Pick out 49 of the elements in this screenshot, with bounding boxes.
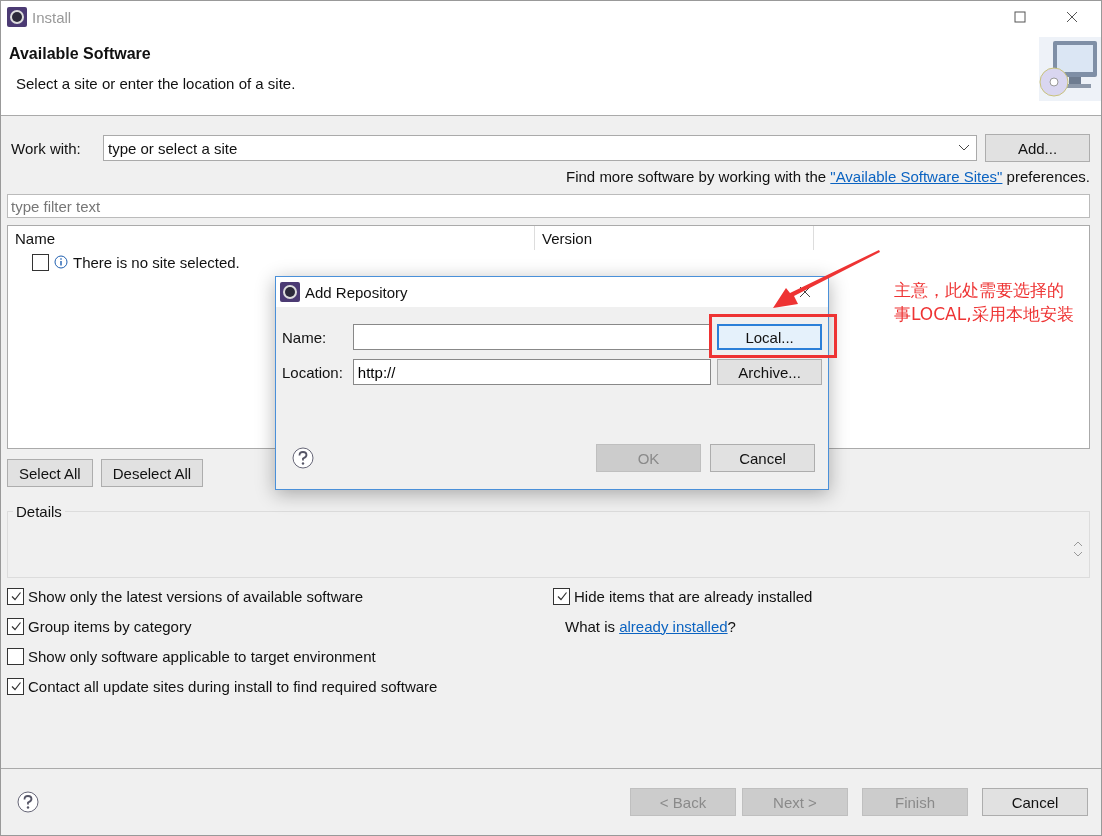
dropdown-icon[interactable] — [958, 144, 970, 152]
button[interactable]: Archive... — [717, 359, 822, 385]
option-label: Hide items that are already installed — [574, 587, 813, 605]
option-label: Group items by category — [28, 617, 192, 635]
button[interactable]: Deselect All — [100, 459, 204, 487]
help-icon[interactable] — [292, 447, 314, 469]
window-title: Install — [32, 8, 72, 26]
checkbox[interactable] — [7, 677, 24, 695]
gear-icon — [7, 7, 27, 27]
help-icon[interactable] — [17, 791, 39, 813]
checkbox[interactable] — [553, 587, 570, 605]
button[interactable]: Select All — [7, 459, 93, 487]
checkmark-icon — [9, 680, 22, 692]
checkmark-icon — [9, 590, 22, 602]
input-field[interactable]: http:// — [352, 359, 712, 385]
checkbox[interactable] — [7, 587, 24, 605]
details-title: Details — [15, 503, 63, 520]
info-icon — [54, 255, 68, 269]
field-label: Location: — [282, 363, 344, 381]
column-header[interactable]: Version — [535, 226, 814, 250]
gear-icon — [280, 282, 300, 302]
checkbox[interactable] — [7, 617, 24, 635]
sites-link[interactable]: "Available Software Sites" — [830, 168, 1003, 185]
column-header[interactable]: Name — [8, 226, 535, 250]
button[interactable]: Add... — [985, 134, 1090, 162]
option-label: Contact all update sites during install to find required software — [28, 677, 438, 695]
work-with-label: Work with: — [10, 139, 82, 157]
checkmark-icon — [9, 620, 22, 632]
checkbox[interactable] — [32, 253, 49, 271]
input-field[interactable] — [352, 324, 712, 350]
annotation-text: 主意，此处需要选择的 事LOCAL,采用本地安装 — [894, 279, 1074, 326]
installed-question: What is already installed? — [565, 617, 736, 635]
button[interactable]: Cancel — [710, 444, 815, 472]
filter-field[interactable]: type filter text — [7, 194, 1090, 218]
option-label: Show only the latest versions of available software — [28, 587, 364, 605]
page-subtitle: Select a site or enter the location of a site. — [15, 75, 297, 92]
dialog-title: Add Repository — [305, 283, 408, 301]
button[interactable]: Cancel — [982, 788, 1088, 816]
checkbox[interactable] — [7, 647, 24, 665]
page-title: Available Software — [9, 45, 152, 63]
site-combo-box[interactable]: type or select a site — [103, 135, 977, 161]
field-label: Name: — [282, 328, 328, 346]
button[interactable]: Local... — [717, 324, 822, 350]
close-icon[interactable] — [798, 285, 812, 299]
installed-link[interactable]: already installed — [619, 617, 728, 635]
option-label: Show only software applicable to target environment — [28, 647, 376, 665]
table-cell: There is no site selected. — [73, 253, 240, 271]
sites-hint: Find more software by working with the "Available Software Sites" preferences. — [565, 168, 1090, 185]
checkmark-icon — [555, 590, 568, 602]
